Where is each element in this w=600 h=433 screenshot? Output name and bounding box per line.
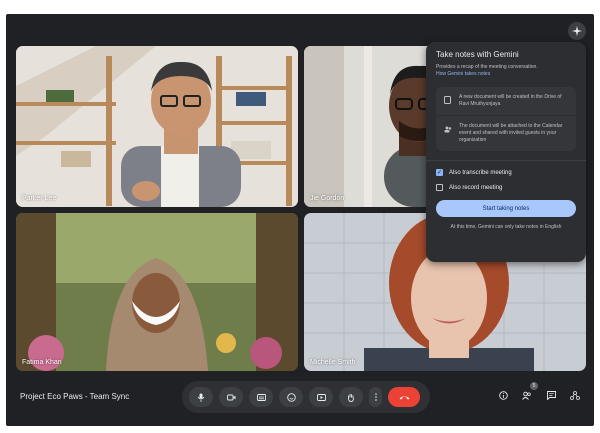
camera-icon <box>226 394 235 400</box>
participant-name: Jie Gordon <box>310 195 345 202</box>
leave-call-button[interactable] <box>388 387 420 407</box>
meeting-title: Project Eco Paws - Team Sync <box>20 392 130 401</box>
participant-name: Parker Lee <box>22 195 57 202</box>
language-note: At this time, Gemini can only take notes… <box>450 224 562 230</box>
more-icon <box>374 393 377 401</box>
participant-tile[interactable]: Parker Lee <box>16 46 298 207</box>
people-count-badge: 5 <box>530 382 538 390</box>
meet-window: Parker Lee Jie Gordon Fatima Khan Michel… <box>6 14 594 426</box>
info-share-text: The document will be attached to the Cal… <box>459 123 563 143</box>
mic-button[interactable] <box>189 387 213 407</box>
participant-video <box>16 213 298 371</box>
transcribe-option[interactable]: ✓ Also transcribe meeting <box>436 169 576 176</box>
panel-title: Take notes with Gemini <box>436 50 519 59</box>
end-call-icon <box>399 395 409 399</box>
meeting-tools: 5 <box>496 382 582 402</box>
how-gemini-link[interactable]: How Gemini takes notes <box>436 71 576 77</box>
participant-tile[interactable]: Fatima Khan <box>16 213 298 371</box>
info-box: A new document will be created in the Dr… <box>436 87 576 151</box>
present-button[interactable] <box>309 387 333 407</box>
raise-hand-button[interactable] <box>339 387 363 407</box>
gemini-sparkle-button[interactable] <box>568 22 586 40</box>
divider <box>426 160 586 161</box>
transcribe-checkbox[interactable]: ✓ <box>436 169 443 176</box>
info-row-share: The document will be attached to the Cal… <box>436 115 576 151</box>
raise-hand-icon <box>348 393 354 402</box>
info-icon <box>498 390 508 400</box>
present-icon <box>316 393 326 401</box>
panel-subtitle: Provides a recap of the meeting conversa… <box>436 64 538 70</box>
sparkle-icon <box>572 26 582 36</box>
people-button[interactable]: 5 <box>520 382 538 402</box>
activities-button[interactable] <box>568 388 582 402</box>
share-icon <box>444 123 452 144</box>
emoji-button[interactable] <box>279 387 303 407</box>
start-taking-notes-button[interactable]: Start taking notes <box>436 200 576 217</box>
participant-video <box>16 46 298 207</box>
chat-button[interactable] <box>544 388 558 402</box>
call-controls <box>182 381 430 413</box>
record-checkbox[interactable] <box>436 184 443 191</box>
transcribe-label: Also transcribe meeting <box>449 169 512 176</box>
people-icon <box>522 391 531 400</box>
captions-icon <box>256 393 266 401</box>
camera-button[interactable] <box>219 387 243 407</box>
emoji-icon <box>286 392 296 402</box>
participant-name: Fatima Khan <box>22 359 62 366</box>
meeting-details-button[interactable] <box>496 388 510 402</box>
participant-name: Michelle Smith <box>310 359 356 366</box>
captions-button[interactable] <box>249 387 273 407</box>
info-row-document: A new document will be created in the Dr… <box>436 87 576 115</box>
document-icon <box>444 94 452 108</box>
record-label: Also record meeting <box>449 184 503 191</box>
mic-icon <box>197 393 205 402</box>
chat-icon <box>546 390 556 400</box>
activities-icon <box>570 390 580 400</box>
record-option[interactable]: Also record meeting <box>436 184 576 191</box>
info-doc-text: A new document will be created in the Dr… <box>459 94 562 107</box>
gemini-notes-panel: Take notes with Gemini Provides a recap … <box>426 42 586 262</box>
more-options-button[interactable] <box>369 387 382 407</box>
